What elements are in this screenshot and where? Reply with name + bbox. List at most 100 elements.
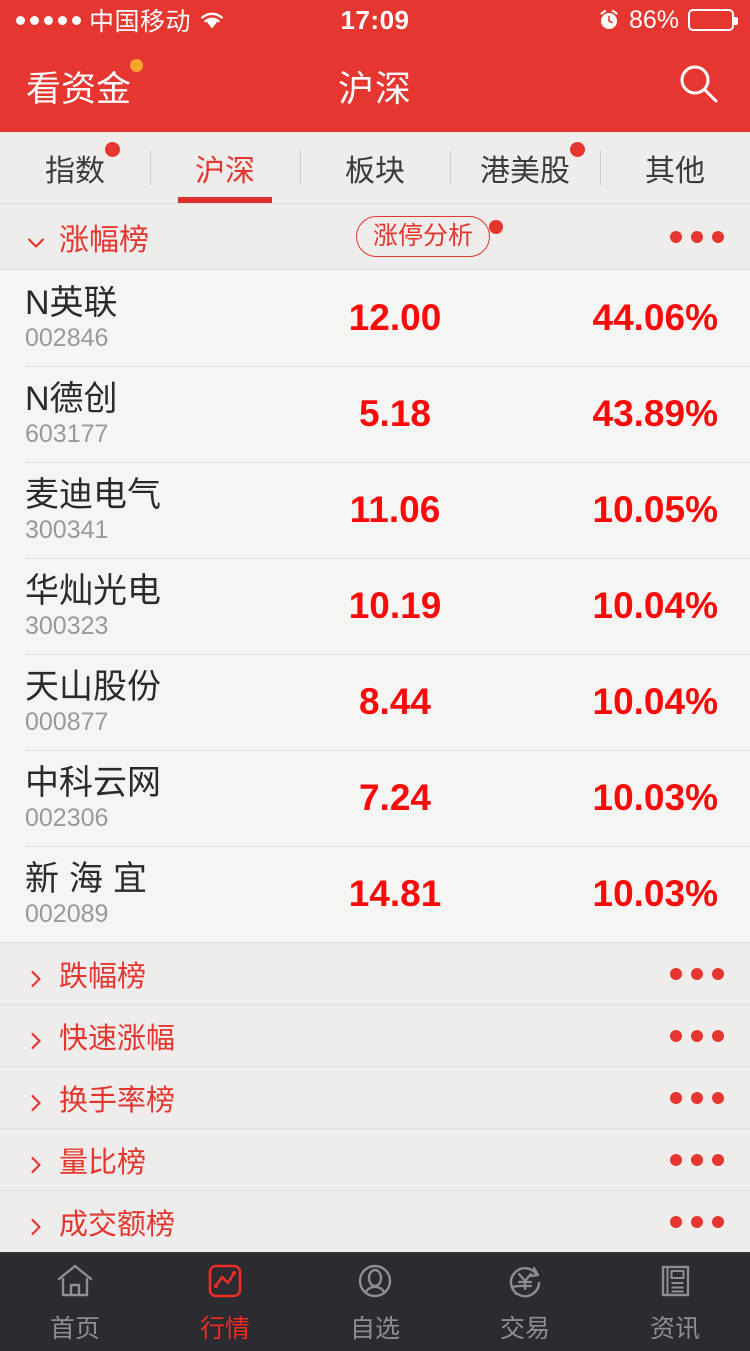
section-title-group: 涨幅榜 <box>26 215 149 259</box>
section-title-label: 跌幅榜 <box>59 960 147 993</box>
tab-index-badge-dot <box>105 141 120 157</box>
bottom-nav-label-trade: 交易 <box>499 1315 550 1343</box>
chevron-right-icon <box>26 1212 46 1235</box>
stock-change-percent: 10.04% <box>592 585 719 626</box>
table-row[interactable]: 麦迪电气 300341 11.06 10.05% <box>0 462 750 558</box>
section-title-label: 量比榜 <box>59 1146 147 1179</box>
stock-identity: N英联 002846 <box>25 284 295 353</box>
status-bar-left: 中国移动 <box>16 2 225 38</box>
stock-change-percent: 43.89% <box>592 393 719 434</box>
battery-percent-label: 86% <box>628 5 679 34</box>
section-header-gainers[interactable]: 涨幅榜 涨停分析 <box>0 204 750 270</box>
section-header-fast-gain[interactable]: 快速涨幅 <box>0 1004 750 1066</box>
section-header-losers[interactable]: 跌幅榜 <box>0 942 750 1004</box>
stock-price: 8.44 <box>358 681 431 722</box>
bottom-navigation-bar: 首页 行情 自选 交易 资讯 <box>0 1252 750 1351</box>
search-icon <box>676 61 722 112</box>
chevron-right-icon <box>26 964 46 987</box>
bottom-nav-item-news[interactable]: 资讯 <box>600 1259 750 1345</box>
section-header-volume-ratio[interactable]: 量比榜 <box>0 1128 750 1190</box>
chevron-right-icon <box>26 1150 46 1173</box>
tab-hushen[interactable]: 沪深 <box>150 132 300 203</box>
limit-up-analysis-button[interactable]: 涨停分析 <box>355 216 490 257</box>
stock-change-percent: 10.03% <box>592 873 719 914</box>
yen-trade-icon <box>503 1259 547 1303</box>
table-row[interactable]: 中科云网 002306 7.24 10.03% <box>0 750 750 846</box>
alarm-icon <box>598 9 620 31</box>
home-icon <box>53 1259 97 1303</box>
bottom-nav-label-market: 行情 <box>199 1315 250 1343</box>
section-more-button[interactable] <box>670 1091 724 1104</box>
stock-change-percent: 10.05% <box>592 489 719 530</box>
stock-name: 华灿光电 <box>25 571 161 610</box>
tab-other-label: 其他 <box>645 154 705 188</box>
stock-identity: 麦迪电气 300341 <box>25 476 295 545</box>
tab-other[interactable]: 其他 <box>600 132 750 203</box>
bottom-nav-item-market[interactable]: 行情 <box>150 1259 300 1345</box>
stock-price: 11.06 <box>349 489 441 530</box>
section-title-label: 换手率榜 <box>59 1084 176 1117</box>
section-header-turnover-amount[interactable]: 成交额榜 <box>0 1190 750 1252</box>
tab-sectors-label: 板块 <box>345 154 405 188</box>
table-row[interactable]: 新海宜 002089 14.81 10.03% <box>0 846 750 942</box>
table-row[interactable]: N德创 603177 5.18 43.89% <box>0 366 750 462</box>
section-title-label: 涨幅榜 <box>59 223 149 257</box>
stock-change-percent: 10.04% <box>592 681 719 722</box>
signal-strength-icon <box>16 15 81 25</box>
stock-price: 14.81 <box>348 873 442 914</box>
bottom-nav-item-watchlist[interactable]: 自选 <box>300 1259 450 1345</box>
stock-code: 300341 <box>25 515 109 544</box>
capital-flow-button[interactable]: 看资金 <box>26 58 144 112</box>
stock-price: 10.19 <box>348 585 442 626</box>
collapsed-sections: 跌幅榜 快速涨幅 换手率榜 量比榜 成交额榜 <box>0 942 750 1252</box>
stock-identity: 天山股份 000877 <box>25 668 295 737</box>
chevron-right-icon <box>26 1088 46 1111</box>
table-row[interactable]: 天山股份 000877 8.44 10.04% <box>0 654 750 750</box>
tab-hushen-label: 沪深 <box>195 154 255 188</box>
battery-icon <box>688 9 738 31</box>
section-more-button[interactable] <box>670 1215 724 1228</box>
stock-name: 麦迪电气 <box>25 475 161 514</box>
section-header-turnover-rate[interactable]: 换手率榜 <box>0 1066 750 1128</box>
section-title-label: 快速涨幅 <box>59 1022 176 1055</box>
capital-flow-badge-dot <box>130 58 144 72</box>
bottom-nav-item-trade[interactable]: 交易 <box>450 1259 600 1345</box>
capital-flow-label: 看资金 <box>26 69 132 109</box>
section-title-label: 成交额榜 <box>59 1208 176 1241</box>
stock-price: 12.00 <box>348 297 442 338</box>
chevron-right-icon <box>26 1026 46 1049</box>
tab-hk-us[interactable]: 港美股 <box>450 132 600 203</box>
status-bar: 中国移动 17:09 86% <box>0 0 750 40</box>
carrier-label: 中国移动 <box>89 8 192 36</box>
stock-identity: 新海宜 002089 <box>25 860 295 929</box>
limit-up-analysis-badge-dot <box>489 220 503 234</box>
section-title-group: 换手率榜 <box>26 1077 175 1119</box>
section-more-button[interactable] <box>670 230 724 243</box>
section-more-button[interactable] <box>670 1153 724 1166</box>
section-more-button[interactable] <box>670 967 724 980</box>
table-row[interactable]: 华灿光电 300323 10.19 10.04% <box>0 558 750 654</box>
wifi-icon <box>199 11 225 30</box>
app-header: 看资金 沪深 <box>0 40 750 132</box>
stock-change-percent: 44.06% <box>592 297 719 338</box>
stock-code: 603177 <box>25 419 109 448</box>
section-more-button[interactable] <box>670 1029 724 1042</box>
market-tab-bar: 指数 沪深 板块 港美股 其他 <box>0 132 750 204</box>
section-title-group: 成交额榜 <box>26 1201 175 1243</box>
tab-active-indicator <box>178 197 272 203</box>
stock-name: N英联 <box>25 283 118 322</box>
search-button[interactable] <box>674 61 724 111</box>
table-row[interactable]: N英联 002846 12.00 44.06% <box>0 270 750 366</box>
tab-index[interactable]: 指数 <box>0 132 150 203</box>
bottom-nav-item-home[interactable]: 首页 <box>0 1259 150 1345</box>
stock-list: N英联 002846 12.00 44.06% N德创 603177 5.18 … <box>0 270 750 942</box>
bottom-nav-label-watchlist: 自选 <box>349 1315 400 1343</box>
chart-icon <box>203 1259 247 1303</box>
stock-change-percent: 10.03% <box>592 777 719 818</box>
stock-name: 中科云网 <box>25 763 161 802</box>
stock-name: 新海宜 <box>25 859 157 898</box>
stock-code: 000877 <box>25 707 109 736</box>
tab-sectors[interactable]: 板块 <box>300 132 450 203</box>
stock-code: 300323 <box>25 611 109 640</box>
section-title-group: 量比榜 <box>26 1139 146 1181</box>
